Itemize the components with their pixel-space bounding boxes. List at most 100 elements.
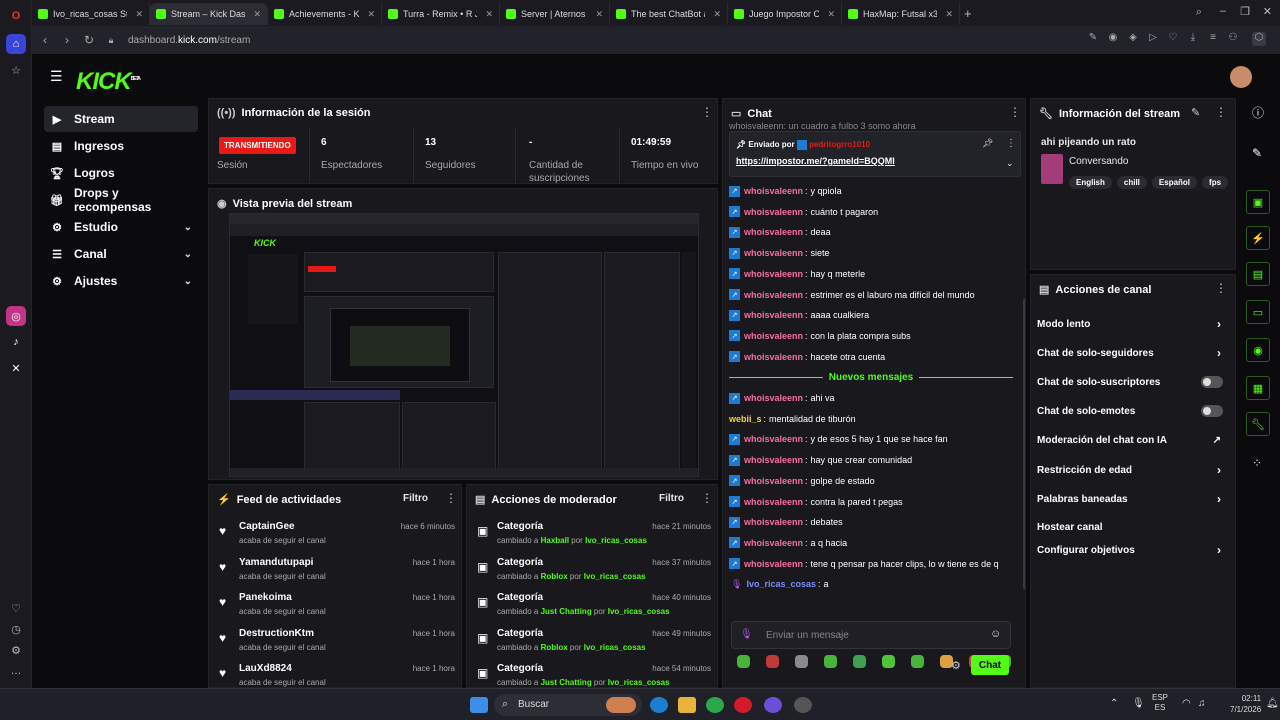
language-indicator[interactable]: ESP ES	[1152, 693, 1168, 713]
emote-icon[interactable]	[795, 655, 808, 668]
mod-category-link[interactable]: Haxball	[541, 536, 569, 545]
mod-user-link[interactable]: Ivo_ricas_cosas	[584, 643, 646, 652]
menu-icon[interactable]: ≡	[1206, 32, 1220, 46]
tab-5[interactable]: The best ChatBot and Wic ✕	[610, 3, 728, 25]
mod-category-link[interactable]: Roblox	[541, 643, 568, 652]
chat-message[interactable]: ↗ whoisvaleenn: deaa	[729, 222, 1017, 242]
emote-icon[interactable]	[882, 655, 895, 668]
channel-action-1[interactable]: Chat de solo-seguidores ›	[1037, 340, 1227, 366]
chat-username[interactable]: Ivo_ricas_cosas	[746, 579, 816, 589]
chat-username[interactable]: whoisvaleenn	[744, 538, 803, 548]
chat-message[interactable]: ↗ whoisvaleenn: tene q pensar pa hacer cli…	[729, 554, 1017, 574]
chat-message[interactable]: ↗ whoisvaleenn: estrimer es el laburo ma d…	[729, 285, 1017, 305]
chat-message[interactable]: ↗ whoisvaleenn: siete	[729, 243, 1017, 263]
avatar[interactable]	[1230, 66, 1252, 88]
new-tab-icon[interactable]: +	[964, 6, 972, 21]
feed-row[interactable]: ♥ Panekoima acaba de seguir el canal hace 1…	[219, 590, 455, 624]
chat-message[interactable]: webii_s: mentalidad de tiburón	[729, 409, 1017, 429]
chat-username[interactable]: whoisvaleenn	[744, 269, 803, 279]
channel-action-0[interactable]: Modo lento ›	[1037, 311, 1227, 337]
chat-message[interactable]: ↗ whoisvaleenn: a q hacia	[729, 533, 1017, 553]
tab-3[interactable]: Turra - Remix • R Jota ✕	[382, 3, 500, 25]
mod-row[interactable]: ▣ Categoría cambiado a Roblox por Ivo_rica…	[477, 626, 711, 660]
nodes-icon[interactable]: ⁘	[1252, 456, 1262, 470]
stream-info-menu-icon[interactable]: ⋮	[1215, 105, 1227, 119]
extensions-icon[interactable]: ⬡	[1252, 32, 1266, 46]
mod-user-link[interactable]: Ivo_ricas_cosas	[585, 536, 647, 545]
tray-chevron-icon[interactable]: ⌃	[1110, 698, 1118, 709]
forward-icon[interactable]: ›	[56, 33, 78, 47]
chat-message[interactable]: ↗ whoisvaleenn: hay que crear comunidad	[729, 450, 1017, 470]
x-icon[interactable]: ✕	[6, 358, 26, 378]
reload-icon[interactable]: ↻	[78, 33, 100, 47]
chat-message[interactable]: 🎙︎ Ivo_ricas_cosas: a	[729, 574, 1017, 594]
chat-username[interactable]: whoisvaleenn	[744, 310, 803, 320]
sidebar-item-2[interactable]: 🏆︎ Logros	[44, 160, 198, 186]
chat-username[interactable]: whoisvaleenn	[744, 517, 803, 527]
clock[interactable]: 02:11 7/1/2026	[1230, 693, 1261, 715]
mic-tray-icon[interactable]: 🎙︎	[1132, 698, 1145, 709]
channel-action-4[interactable]: Moderación del chat con IA ↗	[1037, 427, 1227, 453]
channel-action-2[interactable]: Chat de solo-suscriptores	[1037, 369, 1227, 395]
profile-icon[interactable]: ⚇	[1226, 32, 1240, 46]
kick-logo[interactable]: KICKBETA	[76, 68, 141, 96]
mod-row[interactable]: ▣ Categoría cambiado a Roblox por Ivo_rica…	[477, 555, 711, 589]
tab-2[interactable]: Achievements - Kick Dash ✕	[268, 3, 382, 25]
minimize-icon[interactable]: –	[1220, 5, 1226, 17]
chat-message[interactable]: ↗ whoisvaleenn: golpe de estado	[729, 471, 1017, 491]
feed-filter-button[interactable]: Filtro	[403, 493, 428, 504]
tab-7[interactable]: HaxMap: Futsal x3 by Baz ✕	[842, 3, 960, 25]
tiktok-icon[interactable]: ♪	[6, 332, 26, 352]
toggle-switch[interactable]	[1201, 376, 1223, 388]
chat-username[interactable]: whoisvaleenn	[744, 186, 803, 196]
back-icon[interactable]: ‹	[34, 33, 56, 47]
feed-row[interactable]: ♥ Yamandutupapi acaba de seguir el canal ha…	[219, 555, 455, 589]
emote-icon[interactable]	[824, 655, 837, 668]
more-icon[interactable]: …	[6, 661, 26, 681]
chat-username[interactable]: whoisvaleenn	[744, 393, 803, 403]
pinned-link[interactable]: https://impostor.me/?gameId=BQQMI	[736, 156, 895, 166]
chat-message[interactable]: ↗ whoisvaleenn: y qpiola	[729, 181, 1017, 201]
history-icon[interactable]: ◷	[6, 619, 26, 639]
channel-action-8[interactable]: Configurar objetivos ›	[1037, 537, 1227, 563]
tab-6[interactable]: Juego Impostor Online Gr ✕	[728, 3, 842, 25]
tab-4[interactable]: Server | Aternos | Free Mi ✕	[500, 3, 610, 25]
sidebar-item-3[interactable]: 🎁︎ Drops y recompensas	[44, 186, 198, 214]
chat-message[interactable]: ↗ whoisvaleenn: debates	[729, 512, 1017, 532]
chat-message[interactable]: ↗ whoisvaleenn: aaaa cualkiera	[729, 305, 1017, 325]
tab-close-icon[interactable]: ✕	[945, 9, 953, 20]
chat-username[interactable]: webii_s	[729, 414, 762, 424]
taskbar-search[interactable]: ⌕ Buscar	[494, 694, 642, 716]
chat-username[interactable]: whoisvaleenn	[744, 248, 803, 258]
channel-action-5[interactable]: Restricción de edad ›	[1037, 457, 1227, 483]
chat-menu-icon[interactable]: ⋮	[1009, 105, 1021, 119]
star-icon[interactable]: ☆	[6, 60, 26, 80]
emote-icon[interactable]	[853, 655, 866, 668]
stream-tag[interactable]: Español	[1151, 176, 1198, 189]
sidebar-item-6[interactable]: ⚙ Ajustes ⌄	[44, 268, 198, 294]
app-icon[interactable]	[764, 697, 782, 713]
pinned-message[interactable]: 📌︎ Enviado por pedritogrro1010 📌︎ ⋮ http…	[729, 131, 1021, 177]
edit-icon[interactable]: ✎	[1086, 32, 1100, 46]
chat-username[interactable]: whoisvaleenn	[744, 455, 803, 465]
mod-row[interactable]: ▣ Categoría cambiado a Haxball por Ivo_ric…	[477, 519, 711, 553]
chat-username[interactable]: whoisvaleenn	[744, 434, 803, 444]
mod-row[interactable]: ▣ Categoría cambiado a Just Chatting por I…	[477, 590, 711, 624]
chat-message[interactable]: ↗ whoisvaleenn: hay q meterle	[729, 264, 1017, 284]
chat-username[interactable]: whoisvaleenn	[744, 331, 803, 341]
emote-icon[interactable]	[766, 655, 779, 668]
chat-scrollbar[interactable]	[1023, 299, 1025, 589]
layout-icon[interactable]: ▣	[1246, 190, 1270, 214]
channel-action-3[interactable]: Chat de solo-emotes	[1037, 398, 1227, 424]
chat-input[interactable]: 🎙︎ Enviar un mensaje ☺	[731, 621, 1011, 649]
pinned-menu-icon[interactable]: ⋮	[1006, 138, 1016, 149]
chevron-down-icon[interactable]: ⌄	[1006, 158, 1014, 169]
pencil-icon[interactable]: ✎	[1252, 146, 1262, 160]
chat-message[interactable]: ↗ whoisvaleenn: cuánto t pagaron	[729, 202, 1017, 222]
maximize-icon[interactable]: ❐	[1240, 5, 1250, 18]
tab-close-icon[interactable]: ✕	[595, 9, 603, 20]
tab-close-icon[interactable]: ✕	[827, 9, 835, 20]
chat-message[interactable]: ↗ whoisvaleenn: con la plata compra subs	[729, 326, 1017, 346]
notification-icon[interactable]: 🔔︎	[1266, 698, 1279, 709]
mod-user-link[interactable]: Ivo_ricas_cosas	[584, 572, 646, 581]
